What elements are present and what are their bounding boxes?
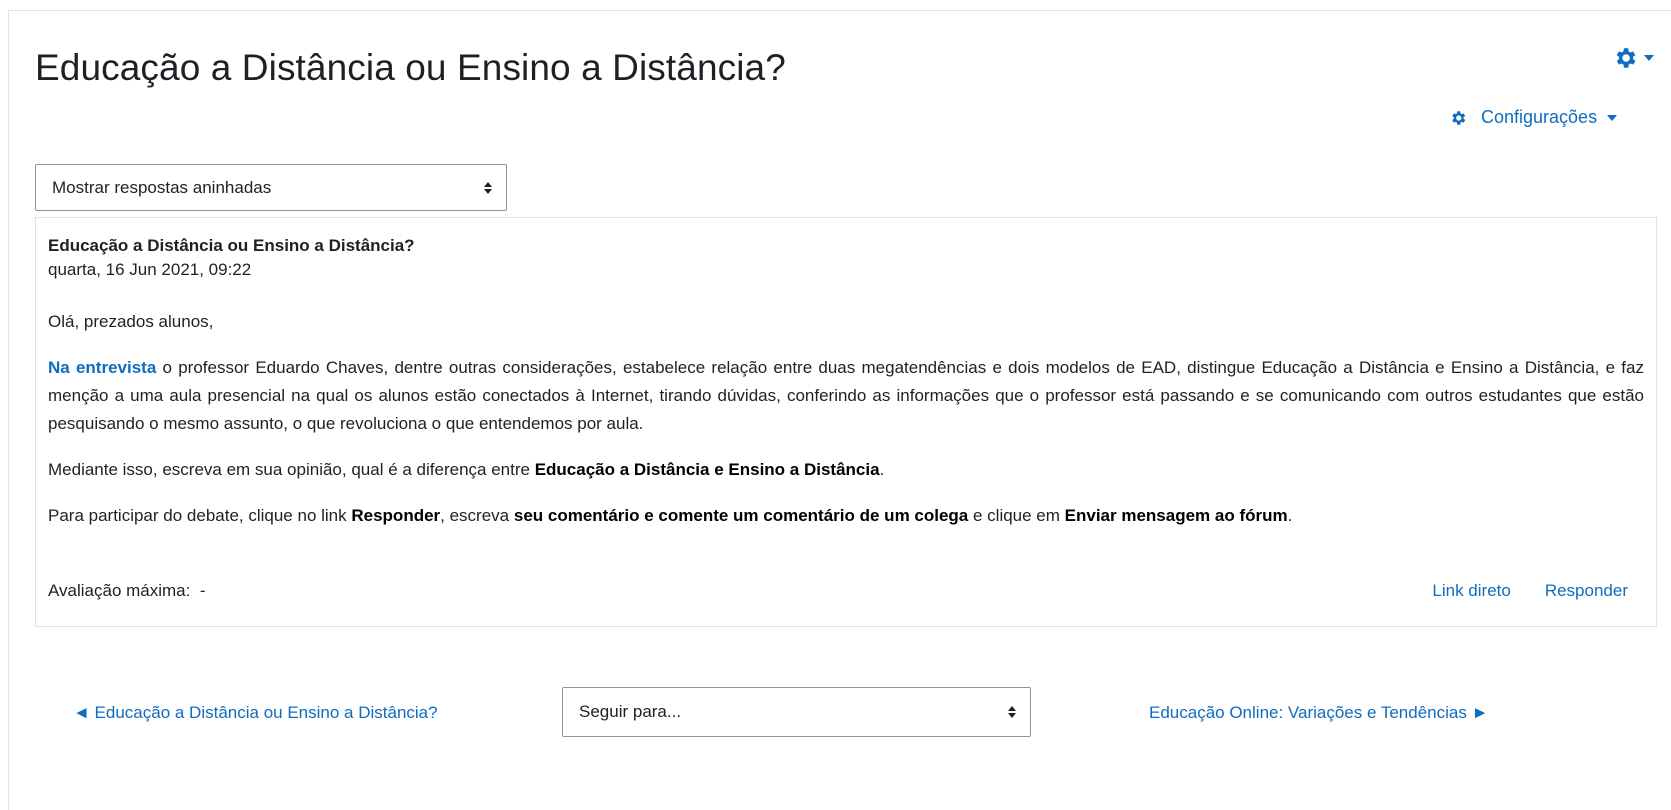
previous-activity-link[interactable]: ◄ Educação a Distância ou Ensino a Distâ… (73, 703, 438, 723)
post-paragraph-3-text: Para participar do debate, clique no lin… (48, 506, 352, 525)
settings-menu-label: Configurações (1481, 107, 1598, 127)
page-container: Educação a Distância ou Ensino a Distânc… (8, 10, 1671, 810)
post-body: Olá, prezados alunos, Na entrevista o pr… (48, 308, 1644, 530)
rating-label: Avaliação máxima: (48, 581, 191, 600)
chevron-down-icon (1644, 55, 1654, 61)
post-footer: Avaliação máxima: - Link direto Responde… (48, 581, 1628, 601)
post-paragraph-2-bold: Educação a Distância e Ensino a Distânci… (534, 460, 880, 479)
display-mode-value: Mostrar respostas aninhadas (52, 177, 272, 197)
page-title: Educação a Distância ou Ensino a Distânc… (35, 47, 786, 88)
post-paragraph-3-mid2: e clique em (968, 506, 1065, 525)
post-paragraph-1: Na entrevista o professor Eduardo Chaves… (48, 354, 1644, 438)
chevron-down-icon (1607, 114, 1618, 121)
post-actions: Link direto Responder (1432, 581, 1628, 601)
select-arrows-icon (484, 181, 492, 194)
post-paragraph-1-text: o professor Eduardo Chaves, dentre outra… (48, 358, 1644, 433)
jump-to-value: Seguir para... (579, 702, 682, 721)
gear-icon (1452, 110, 1466, 125)
select-arrows-icon (1008, 706, 1016, 718)
page-actions-menu[interactable] (1612, 45, 1654, 71)
rating-value: - (199, 581, 206, 600)
post-paragraph-2-end: . (879, 460, 885, 479)
post-paragraph-2-text: Mediante isso, escreva em sua opinião, q… (48, 460, 535, 479)
post-paragraph-3-bold-reply: Responder (351, 506, 441, 525)
display-mode-select[interactable]: Mostrar respostas aninhadas (35, 164, 507, 211)
post-paragraph-2: Mediante isso, escreva em sua opinião, q… (48, 456, 1644, 484)
post-paragraph-3: Para participar do debate, clique no lin… (48, 502, 1644, 530)
jump-to-select[interactable]: Seguir para... (562, 687, 1031, 737)
post-paragraph-3-mid: , escreva (440, 506, 514, 525)
post-greeting: Olá, prezados alunos, (48, 312, 214, 331)
gear-icon (1616, 48, 1636, 68)
interview-link[interactable]: Na entrevista (48, 358, 156, 377)
permalink-link[interactable]: Link direto (1432, 581, 1510, 601)
post-paragraph-3-end: . (1287, 506, 1293, 525)
post-date: quarta, 16 Jun 2021, 09:22 (48, 260, 252, 279)
next-activity-link[interactable]: Educação Online: Variações e Tendências … (1149, 703, 1488, 723)
reply-link[interactable]: Responder (1545, 581, 1628, 601)
rating: Avaliação máxima: - (48, 581, 205, 601)
post-paragraph-3-bold-comment: seu comentário e comente um comentário d… (513, 506, 969, 525)
post-paragraph-3-bold-send: Enviar mensagem ao fórum (1064, 506, 1288, 525)
settings-menu[interactable]: Configurações (1449, 107, 1618, 128)
forum-post: Educação a Distância ou Ensino a Distânc… (35, 217, 1657, 627)
post-subject: Educação a Distância ou Ensino a Distânc… (48, 236, 415, 255)
